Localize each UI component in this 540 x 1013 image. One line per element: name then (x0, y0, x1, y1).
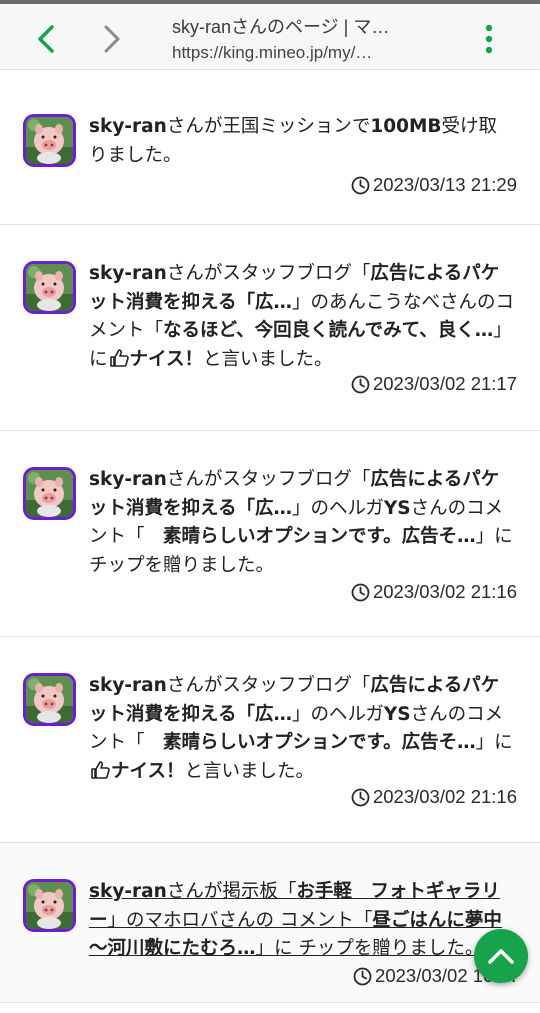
activity-text-part: さんがスタッフブログ「 (166, 675, 371, 696)
clock-icon (351, 583, 370, 601)
clock-icon (351, 176, 370, 194)
activity-text: sky-ranさんがスタッフブログ「広告によるパケット消費を抑える「広…」のあん… (89, 260, 514, 374)
activity-text-part: さんが掲示板「 (166, 881, 297, 902)
overflow-menu-button[interactable] (461, 8, 517, 70)
activity-text-part: 」に チップを贈りました。 (255, 938, 484, 959)
activity-text-part: さんがスタッフブログ「 (166, 263, 371, 284)
activity-text-bold: 100MB (370, 116, 442, 137)
clock-icon (353, 967, 372, 985)
timestamp-text: 2023/03/13 21:29 (372, 174, 517, 195)
avatar[interactable] (23, 261, 76, 314)
activity-item[interactable]: sky-ranさんが掲示板「お手軽 フォトギャラリー」のマホロバさんの コメント… (0, 843, 540, 1003)
activity-text-bold: sky-ran (89, 116, 167, 137)
avatar[interactable] (23, 114, 76, 167)
address-bar[interactable]: sky-ranさんのページ | マ… https://king.mineo.jp… (172, 14, 442, 66)
timestamp: 2023/03/02 21:16 (351, 786, 517, 808)
activity-text: sky-ranさんが王国ミッションで100MB受け取りました。 (89, 113, 514, 170)
thumbs-up-icon (91, 760, 110, 779)
forward-button[interactable] (84, 8, 140, 70)
activity-item[interactable]: sky-ranさんがスタッフブログ「広告によるパケット消費を抑える「広…」のヘル… (0, 431, 540, 637)
avatar[interactable] (23, 673, 76, 726)
activity-text-part: 」のヘルガ (291, 497, 384, 519)
timestamp-text: 2023/03/02 21:16 (372, 581, 517, 602)
pig-avatar-image (26, 882, 73, 929)
pig-avatar-image (26, 676, 73, 723)
timestamp: 2023/03/02 21:16 (351, 581, 517, 603)
activity-text-bold: なるほど、今回良く読んでみて、良く… (163, 320, 494, 341)
activity-feed: sky-ranさんが王国ミッションで100MB受け取りました。 2023/03/1… (0, 70, 540, 1003)
activity-text-bold: 素晴らしいオプションです。広告そ… (163, 732, 476, 753)
activity-text-part: と言いました。 (184, 760, 314, 782)
timestamp-text: 2023/03/02 21:17 (372, 373, 517, 394)
clock-icon (351, 375, 370, 393)
activity-text[interactable]: sky-ranさんが掲示板「お手軽 フォトギャラリー」のマホロバさんの コメント… (89, 878, 514, 964)
avatar[interactable] (23, 879, 76, 932)
browser-toolbar: sky-ranさんのページ | マ… https://king.mineo.jp… (0, 0, 540, 70)
activity-text-part: さんがスタッフブログ「 (166, 469, 371, 490)
activity-text-bold: YS (383, 497, 411, 519)
pig-avatar-image (26, 117, 73, 164)
page-title: sky-ranさんのページ | マ… (172, 17, 390, 37)
url-text: https://king.mineo.jp/my/… (172, 43, 373, 62)
kebab-menu-icon (485, 24, 493, 54)
activity-text-bold: ナイス！ (129, 348, 203, 370)
activity-item[interactable]: sky-ranさんが王国ミッションで100MB受け取りました。 2023/03/1… (0, 70, 540, 225)
activity-text-bold: YS (383, 703, 411, 725)
activity-text-bold: sky-ran (89, 675, 167, 696)
activity-text-part: と言いました。 (202, 348, 333, 370)
activity-item[interactable]: sky-ranさんがスタッフブログ「広告によるパケット消費を抑える「広…」のヘル… (0, 637, 540, 843)
back-button[interactable] (18, 8, 74, 70)
chevron-left-icon (38, 25, 54, 53)
activity-text-part: 」のヘルガ (291, 703, 384, 725)
chevron-up-icon (488, 949, 514, 964)
thumbs-up-icon (109, 348, 129, 367)
activity-text-bold: 素晴らしいオプションです。広告そ… (163, 526, 476, 547)
activity-text: sky-ranさんがスタッフブログ「広告によるパケット消費を抑える「広…」のヘル… (89, 672, 514, 786)
activity-text-part: 」のマホロバさんの コメント「 (107, 909, 373, 931)
chevron-right-icon (104, 25, 120, 53)
activity-text-bold: ナイス！ (111, 760, 185, 782)
activity-item[interactable]: sky-ranさんがスタッフブログ「広告によるパケット消費を抑える「広…」のあん… (0, 225, 540, 431)
pig-avatar-image (26, 264, 73, 311)
activity-text-bold: sky-ran (89, 263, 167, 284)
activity-text-bold: sky-ran (89, 469, 167, 490)
timestamp: 2023/03/02 21:17 (351, 373, 517, 395)
activity-text: sky-ranさんがスタッフブログ「広告によるパケット消費を抑える「広…」のヘル… (89, 466, 514, 580)
pig-avatar-image (26, 470, 73, 517)
clock-icon (351, 788, 370, 806)
activity-text-bold: sky-ran (89, 881, 167, 902)
scroll-to-top-button[interactable] (474, 929, 528, 983)
timestamp-text: 2023/03/02 21:16 (372, 786, 517, 807)
activity-text-part: さんが王国ミッションで (166, 116, 371, 137)
activity-text-part: 」に (475, 732, 513, 753)
avatar[interactable] (23, 467, 76, 520)
timestamp: 2023/03/13 21:29 (351, 174, 517, 196)
